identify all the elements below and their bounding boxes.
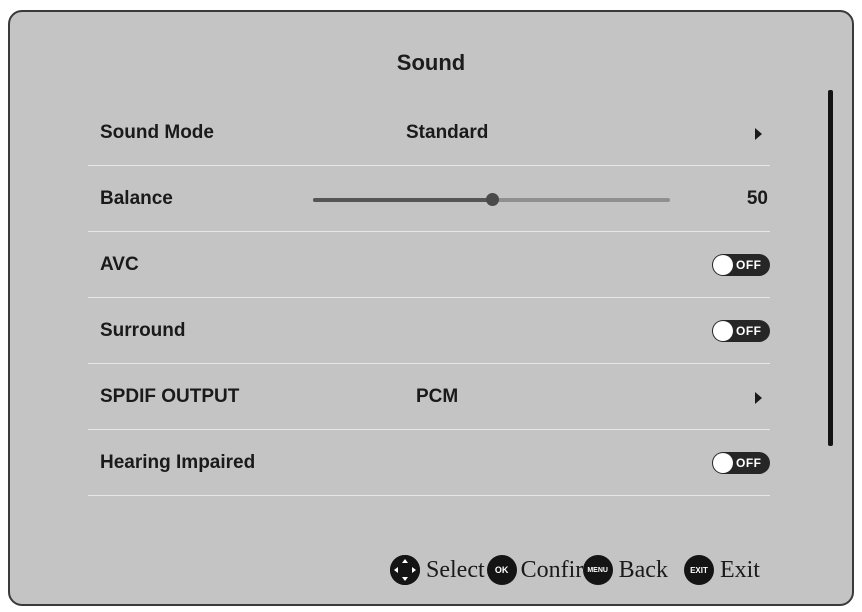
exit-button-icon: EXIT [683,555,714,585]
spdif-output-value: PCM [416,386,459,407]
hearing-impaired-toggle[interactable]: OFF [712,452,770,474]
hint-exit: EXIT Exit [683,555,760,585]
back-hint-label: Back [618,556,668,583]
menu-button-icon: MENU [582,555,613,585]
surround-toggle[interactable]: OFF [712,320,770,342]
hearing-impaired-toggle-state: OFF [736,456,762,470]
menu-item-hearing-impaired[interactable]: Hearing Impaired OFF [88,430,770,496]
menu-item-balance[interactable]: Balance 50 [88,166,770,232]
menu-title: Sound [396,50,466,75]
sound-mode-value: Standard [406,122,489,143]
menu-item-sound-mode[interactable]: Sound Mode Standard [88,100,770,166]
toggle-knob [713,255,733,275]
toggle-knob [713,453,733,473]
menu-item-spdif-output[interactable]: SPDIF OUTPUT PCM [88,364,770,430]
hint-select: Select [390,555,487,585]
balance-value: 50 [746,188,768,209]
hint-confirm: OK Confirm [486,555,583,585]
arrow-right-icon [755,128,762,140]
exit-hint-label: Exit [719,556,760,583]
menu-item-avc[interactable]: AVC OFF [88,232,770,298]
menu-scrollbar[interactable] [828,90,833,446]
surround-label: Surround [100,320,186,341]
avc-toggle[interactable]: OFF [712,254,770,276]
button-hint-bar: Select OK Confirm MENU Back EXIT Exit [390,555,760,585]
select-hint-label: Select [426,556,485,583]
balance-slider-knob[interactable] [485,193,499,206]
ok-button-icon: OK [486,555,517,585]
hint-back: MENU Back [582,555,684,585]
arrow-right-icon [755,392,762,404]
toggle-knob [713,321,733,341]
dpad-icon [390,555,420,585]
hearing-impaired-label: Hearing Impaired [100,452,256,473]
sound-mode-label: Sound Mode [100,122,214,143]
menu-item-surround[interactable]: Surround OFF [88,298,770,364]
avc-label: AVC [100,254,139,275]
sound-settings-list: Sound Mode Standard Balance 50 AVC OFF S… [88,100,770,496]
balance-slider-fill [313,198,492,202]
sound-menu-panel: Sound Sound Mode Standard Balance 50 AVC… [8,10,854,606]
avc-toggle-state: OFF [736,258,762,272]
spdif-output-label: SPDIF OUTPUT [100,386,240,407]
confirm-hint-label: Confirm [520,556,583,583]
balance-label: Balance [100,188,173,209]
surround-toggle-state: OFF [736,324,762,338]
balance-slider[interactable] [313,193,670,206]
